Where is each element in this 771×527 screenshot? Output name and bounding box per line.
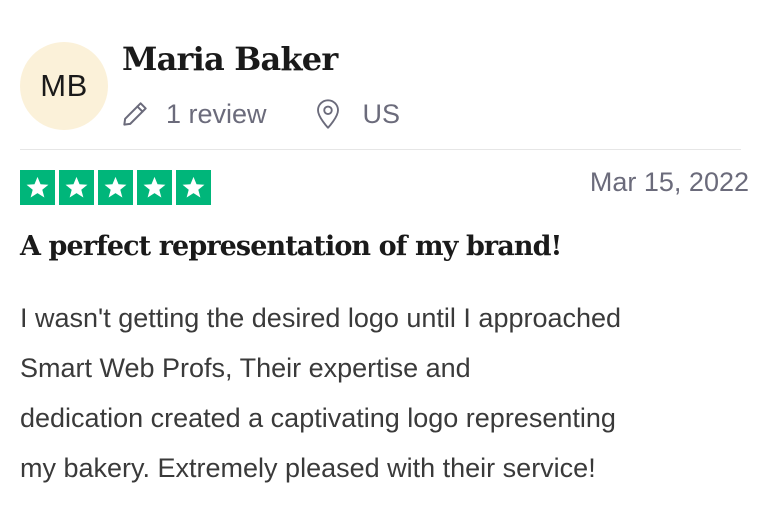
review-title[interactable]: A perfect representation of my brand! xyxy=(20,229,750,264)
review-count-label: 1 review xyxy=(166,98,267,129)
star-icon xyxy=(98,170,133,205)
divider xyxy=(20,149,741,150)
star-icon xyxy=(137,170,172,205)
star-icon xyxy=(20,170,55,205)
avatar[interactable]: MB xyxy=(20,42,108,130)
star-icon xyxy=(59,170,94,205)
review-body-line: dedication created a captivating logo re… xyxy=(20,403,616,433)
review-body-line: I wasn't getting the desired logo until … xyxy=(20,303,622,333)
country-label: US xyxy=(362,98,401,129)
reviewer-meta: 1 review US xyxy=(118,92,400,136)
review-count: 1 review xyxy=(118,97,267,131)
star-rating xyxy=(20,170,211,205)
review-card: MB Maria Baker 1 review US Mar 15, 2022 xyxy=(0,0,771,527)
location-pin-icon xyxy=(311,97,345,131)
review-date: Mar 15, 2022 xyxy=(589,167,749,197)
pencil-icon xyxy=(118,97,152,131)
review-body: I wasn't getting the desired logo until … xyxy=(20,293,755,493)
star-icon xyxy=(176,170,211,205)
reviewer-country: US xyxy=(311,97,401,131)
review-body-line: my bakery. Extremely pleased with their … xyxy=(20,453,596,483)
review-body-line: Smart Web Profs, Their expertise and xyxy=(20,353,471,383)
reviewer-name[interactable]: Maria Baker xyxy=(122,40,338,78)
